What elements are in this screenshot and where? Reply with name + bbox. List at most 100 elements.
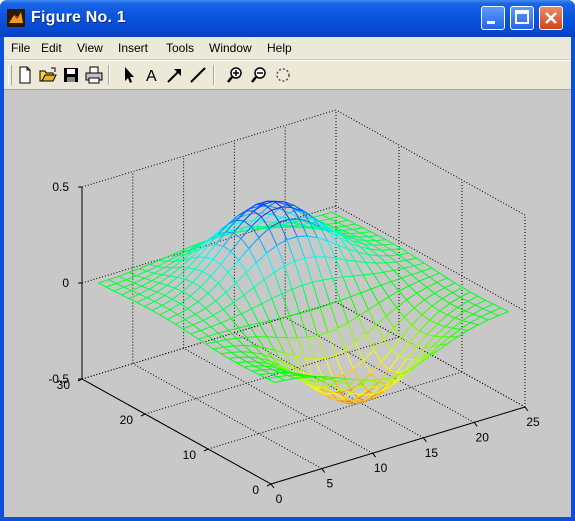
open-file-button[interactable] xyxy=(38,65,58,85)
mesh-segment xyxy=(287,375,296,379)
mesh-segment xyxy=(356,379,367,381)
mesh-segment xyxy=(416,286,428,294)
mesh-segment xyxy=(235,282,245,296)
mesh-segment xyxy=(337,322,349,329)
mesh-segment xyxy=(235,337,245,346)
menu-insert[interactable]: Insert xyxy=(118,41,148,55)
mesh-segment xyxy=(233,294,245,304)
mesh-segment xyxy=(136,270,148,277)
mesh-segment xyxy=(416,292,425,301)
surface-mesh xyxy=(98,200,509,405)
menu-file[interactable]: File xyxy=(11,41,30,55)
save-button[interactable] xyxy=(61,65,81,85)
maximize-button[interactable] xyxy=(510,6,534,30)
mesh-segment xyxy=(321,214,330,220)
title-bar[interactable]: Figure No. 1 xyxy=(0,0,575,37)
mesh-segment xyxy=(238,260,247,273)
mesh-segment xyxy=(169,275,178,278)
surface-plot[interactable]: 05101520250102030-0.500.5 xyxy=(4,91,571,517)
mesh-segment xyxy=(380,349,392,363)
mesh-segment xyxy=(342,276,352,297)
x-tick-label: 20 xyxy=(476,430,490,444)
mesh-segment xyxy=(363,273,374,276)
close-button[interactable] xyxy=(539,6,563,30)
zoom-in-button[interactable] xyxy=(225,65,245,85)
insert-line-button[interactable] xyxy=(188,65,208,85)
mesh-segment xyxy=(146,270,155,274)
mesh-segment xyxy=(444,287,453,294)
mesh-segment xyxy=(151,310,161,316)
mesh-segment xyxy=(457,306,466,312)
mesh-segment xyxy=(380,361,390,370)
mesh-segment xyxy=(348,379,357,385)
mesh-segment xyxy=(299,313,308,338)
mesh-segment xyxy=(373,271,384,275)
mesh-segment xyxy=(312,279,323,283)
mesh-segment xyxy=(284,260,295,267)
menu-tools[interactable]: Tools xyxy=(166,41,194,55)
mesh-segment xyxy=(273,272,283,294)
mesh-segment xyxy=(431,298,443,307)
mesh-segment xyxy=(324,256,334,279)
mesh-segment xyxy=(225,231,234,234)
mesh-segment xyxy=(200,326,211,331)
mesh-segment xyxy=(126,279,135,284)
mesh-segment xyxy=(197,338,207,345)
menu-help[interactable]: Help xyxy=(267,41,292,55)
zoom-out-button[interactable] xyxy=(249,65,269,85)
mesh-segment xyxy=(482,303,494,310)
mesh-segment xyxy=(258,320,270,324)
mesh-segment xyxy=(151,274,163,282)
mesh-segment xyxy=(325,256,336,259)
mesh-segment xyxy=(431,305,440,312)
mesh-segment xyxy=(340,296,351,301)
mesh-segment xyxy=(156,265,165,268)
mesh-segment xyxy=(192,281,201,288)
mesh-segment xyxy=(347,219,356,225)
mesh-segment xyxy=(413,262,425,267)
rotate-3d-button[interactable] xyxy=(273,65,293,85)
mesh-segment xyxy=(396,307,405,318)
mesh-segment xyxy=(202,320,212,328)
axes-area[interactable]: 0 5 10 15 20 25 0 10 20 30 -0.5 0 0.5 xyxy=(4,91,571,517)
mesh-segment xyxy=(238,324,250,329)
mesh-segment xyxy=(393,327,402,338)
new-document-icon xyxy=(19,66,31,84)
mesh-segment xyxy=(192,271,204,283)
minimize-button[interactable] xyxy=(481,6,505,30)
mesh-segment xyxy=(388,356,400,370)
y-tick-mark xyxy=(140,413,146,417)
y-tick-mark xyxy=(266,483,272,487)
mesh-segment xyxy=(225,292,235,303)
mesh-segment xyxy=(162,274,170,277)
mesh-segment xyxy=(210,276,219,284)
mesh-segment xyxy=(413,299,425,309)
mesh-segment xyxy=(98,282,107,288)
menu-view[interactable]: View xyxy=(77,41,103,55)
mesh-segment xyxy=(426,334,435,337)
mesh-segment xyxy=(352,359,364,370)
insert-arrow-button[interactable] xyxy=(165,65,185,85)
mesh-segment xyxy=(475,304,484,310)
mesh-segment xyxy=(190,295,199,303)
mesh-segment xyxy=(215,291,227,302)
mesh-segment xyxy=(271,293,283,300)
mesh-segment xyxy=(378,302,387,317)
insert-text-button[interactable]: A xyxy=(142,65,162,85)
mesh-segment xyxy=(162,304,171,311)
arrow-icon xyxy=(167,69,181,83)
print-button[interactable] xyxy=(84,65,104,85)
menu-edit[interactable]: Edit xyxy=(41,41,62,55)
mesh-segment xyxy=(441,292,453,300)
mesh-segment xyxy=(243,345,253,353)
mesh-segment xyxy=(319,307,329,333)
new-figure-button[interactable] xyxy=(15,65,35,85)
mesh-segment xyxy=(492,303,502,309)
mesh-segment xyxy=(281,293,291,317)
toolbar-grip[interactable] xyxy=(8,65,12,85)
mesh-segment xyxy=(403,316,413,326)
edit-plot-button[interactable] xyxy=(119,65,139,85)
mesh-segment xyxy=(251,370,260,376)
mesh-segment xyxy=(320,380,331,386)
menu-window[interactable]: Window xyxy=(209,41,252,55)
